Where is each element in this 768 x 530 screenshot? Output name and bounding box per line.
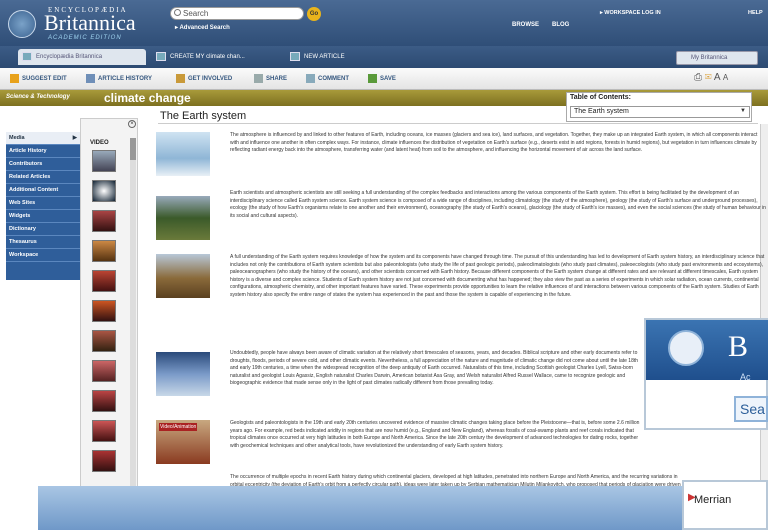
- toc-label: Table of Contents:: [570, 94, 631, 101]
- paragraph: Geologists and paleontologists in the 19…: [230, 420, 640, 449]
- print-icon[interactable]: ⎙: [694, 72, 702, 83]
- video-thumbnail[interactable]: [92, 210, 116, 232]
- save-label: SAVE: [380, 76, 396, 83]
- video-thumbnail[interactable]: [92, 240, 116, 262]
- breadcrumb[interactable]: Science & Technology: [6, 94, 70, 100]
- video-thumbnail[interactable]: [92, 300, 116, 322]
- media-scroll-thumb[interactable]: [130, 138, 136, 160]
- suggest-edit-button[interactable]: SUGGEST EDIT: [10, 74, 67, 83]
- popup-search-button[interactable]: Sea: [734, 396, 768, 422]
- toolbar-right-group: ⎙ ✉ A A: [694, 72, 728, 83]
- toc-select[interactable]: The Earth system: [570, 106, 750, 118]
- chevron-right-icon: ▶: [72, 135, 77, 141]
- video-thumbnail[interactable]: [92, 450, 116, 472]
- pencil-icon: [10, 74, 19, 83]
- advanced-search-link[interactable]: ▸ Advanced Search: [175, 24, 230, 31]
- article-history-label: ARTICLE HISTORY: [98, 76, 153, 83]
- thistle-logo-icon: [668, 330, 704, 366]
- nav-web-sites[interactable]: Web Sites: [6, 197, 80, 210]
- media-scrollbar[interactable]: [130, 138, 136, 528]
- nav-workspace[interactable]: Workspace: [6, 249, 80, 262]
- video-thumbnail[interactable]: [92, 270, 116, 292]
- nav-contributors[interactable]: Contributors: [6, 158, 80, 171]
- overlay-window: [38, 486, 682, 530]
- nav-additional-content[interactable]: Additional Content: [6, 184, 80, 197]
- video-thumbnail[interactable]: [92, 390, 116, 412]
- tab-label: CREATE MY climate chan...: [170, 54, 245, 60]
- nav-article-history[interactable]: Article History: [6, 145, 80, 158]
- comment-icon: [306, 74, 315, 83]
- font-decrease-button[interactable]: A: [723, 73, 728, 82]
- my-britannica-button[interactable]: My Britannica: [676, 51, 758, 65]
- video-thumbnail[interactable]: [92, 150, 116, 172]
- share-icon: [254, 74, 263, 83]
- video-thumbnail[interactable]: [92, 360, 116, 382]
- tab-encyclopaedia[interactable]: Encyclopædia Britannica: [18, 49, 146, 65]
- paragraph: The atmosphere is influenced by and link…: [230, 132, 758, 154]
- comment-button[interactable]: COMMENT: [306, 74, 349, 83]
- new-article-tab-icon: [290, 51, 300, 61]
- search-input[interactable]: Search: [170, 7, 304, 20]
- get-involved-button[interactable]: GET INVOLVED: [176, 74, 232, 83]
- logo-sub-text: ACADEMIC EDITION: [48, 35, 122, 41]
- nav-widgets[interactable]: Widgets: [6, 210, 80, 223]
- share-button[interactable]: SHARE: [254, 74, 287, 83]
- history-icon: [86, 74, 95, 83]
- nav-dictionary[interactable]: Dictionary: [6, 223, 80, 236]
- canyon-image[interactable]: [156, 254, 210, 298]
- tab-label: Encyclopædia Britannica: [36, 54, 103, 60]
- suggest-edit-label: SUGGEST EDIT: [22, 76, 67, 83]
- close-icon[interactable]: ×: [128, 120, 136, 128]
- paragraph: Earth scientists and atmospheric scienti…: [230, 190, 766, 219]
- logo-main-text[interactable]: Britannica: [44, 12, 136, 34]
- video-thumbnail[interactable]: [92, 420, 116, 442]
- tab-create-my[interactable]: CREATE MY climate chan...: [152, 49, 280, 65]
- paragraph: Undoubtedly, people have always been awa…: [230, 350, 639, 387]
- search-icon: [174, 9, 181, 16]
- blog-link[interactable]: BLOG: [552, 22, 569, 28]
- storm-image[interactable]: [156, 352, 210, 396]
- save-icon: [368, 74, 377, 83]
- video-label: VIDEO: [90, 140, 109, 146]
- nav-media[interactable]: Media ▶: [6, 132, 80, 145]
- article-history-button[interactable]: ARTICLE HISTORY: [86, 74, 152, 83]
- tab-new-article[interactable]: NEW ARTICLE: [286, 49, 386, 65]
- video-thumbnail[interactable]: [92, 180, 116, 202]
- nav-label: Media: [9, 135, 25, 141]
- britannica-thistle-logo-icon[interactable]: [8, 10, 36, 38]
- video-animation-badge: Video/Animation: [159, 423, 198, 431]
- popup-logo-letter: B: [728, 330, 749, 363]
- popup-academic-text: Ac: [740, 372, 751, 382]
- nav-related-articles[interactable]: Related Articles: [6, 171, 80, 184]
- landscape-image[interactable]: [156, 196, 210, 240]
- people-icon: [176, 74, 185, 83]
- get-involved-label: GET INVOLVED: [188, 76, 233, 83]
- iceberg-image[interactable]: [156, 132, 210, 176]
- merriam-label[interactable]: Merrian: [694, 494, 731, 506]
- popup-header: [646, 320, 768, 380]
- share-label: SHARE: [266, 76, 288, 83]
- chevron-down-icon[interactable]: ▼: [740, 108, 746, 114]
- help-link[interactable]: HELP: [748, 10, 763, 16]
- tab-label: NEW ARTICLE: [304, 54, 345, 60]
- email-icon[interactable]: ✉: [705, 72, 712, 83]
- britannica-tab-icon: [22, 51, 32, 61]
- workspace-login-link[interactable]: ▸ WORKSPACE LOG IN: [600, 10, 661, 16]
- comment-label: COMMENT: [318, 76, 349, 83]
- page-title: climate change: [104, 91, 191, 105]
- divider: [158, 123, 758, 124]
- save-button[interactable]: SAVE: [368, 74, 396, 83]
- font-increase-button[interactable]: A: [714, 72, 720, 83]
- browse-link[interactable]: BROWSE: [512, 22, 539, 28]
- nav-thesaurus[interactable]: Thesaurus: [6, 236, 80, 249]
- create-tab-icon: [156, 51, 166, 61]
- video-animation-image[interactable]: Video/Animation: [156, 420, 210, 464]
- video-thumbnail[interactable]: [92, 330, 116, 352]
- search-go-button[interactable]: Go: [307, 7, 321, 21]
- section-title: The Earth system: [160, 110, 247, 122]
